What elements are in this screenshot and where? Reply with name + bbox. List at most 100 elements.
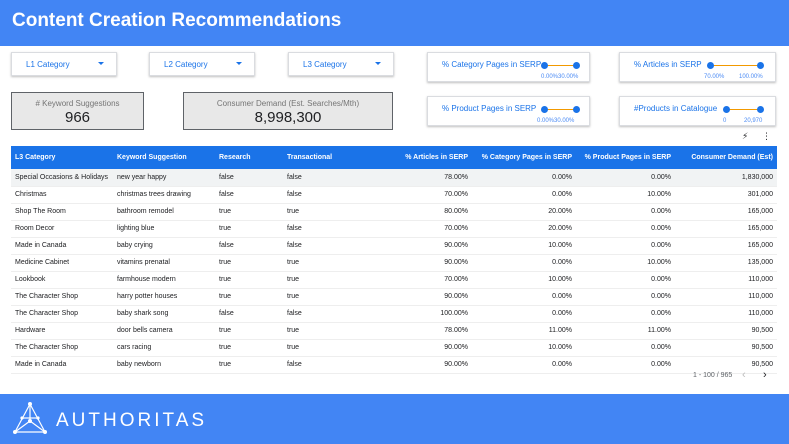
- col-category-pages-cell: 0.00%: [472, 288, 576, 306]
- col-category-pages-cell: 0.00%: [472, 186, 576, 204]
- col-consumer-demand-cell: 90,500: [675, 322, 777, 340]
- range-min: 70.00%: [704, 74, 725, 80]
- col-transactional-header[interactable]: Transactional: [283, 146, 362, 169]
- col-product-pages-cell: 0.00%: [576, 356, 675, 374]
- col-keyword-cell: cars racing: [113, 339, 215, 357]
- l2-category-dropdown[interactable]: L2 Category: [149, 52, 255, 76]
- table-row[interactable]: Made in Canada baby crying false false 90.00…: [11, 237, 777, 255]
- col-category-pages-cell: 11.00%: [472, 322, 576, 340]
- products-catalogue-range-filter[interactable]: #Products in Catalogue 0 20,970: [619, 96, 776, 126]
- col-consumer-demand-cell: 135,000: [675, 254, 777, 272]
- col-l3-category-cell: Shop The Room: [11, 203, 113, 221]
- col-product-pages-cell: 0.00%: [576, 271, 675, 289]
- col-consumer-demand-cell: 165,000: [675, 237, 777, 255]
- col-articles-cell: 70.00%: [362, 271, 472, 289]
- table-row[interactable]: The Character Shop baby shark song false fa…: [11, 305, 777, 323]
- col-product-pages-cell: 0.00%: [576, 203, 675, 221]
- l1-category-dropdown[interactable]: L1 Category: [11, 52, 117, 76]
- slider-max-handle[interactable]: [573, 106, 580, 113]
- col-research-header[interactable]: Research: [215, 146, 283, 169]
- table-row[interactable]: Shop The Room bathroom remodel true true 80.…: [11, 203, 777, 221]
- next-page-icon[interactable]: ›: [763, 369, 767, 381]
- col-articles-cell: 90.00%: [362, 288, 472, 306]
- keyword-table: L3 Category Keyword Suggestion Research Tra…: [11, 146, 777, 374]
- col-product-pages-cell: 0.00%: [576, 339, 675, 357]
- col-consumer-demand-cell: 1,830,000: [675, 169, 777, 187]
- col-research-cell: true: [215, 288, 283, 306]
- range-max: 20,970: [744, 118, 763, 124]
- col-category-pages-header[interactable]: % Category Pages in SERP: [472, 146, 576, 169]
- range-max: 100.00%: [739, 74, 763, 80]
- col-keyword-cell: farmhouse modern: [113, 271, 215, 289]
- table-row[interactable]: Special Occasions & Holidays new year hap…: [11, 169, 777, 187]
- table-row[interactable]: Christmas christmas trees drawing false fal…: [11, 186, 777, 204]
- col-consumer-demand-cell: 165,000: [675, 220, 777, 238]
- table-row[interactable]: Medicine Cabinet vitamins prenatal true tru…: [11, 254, 777, 272]
- header-bar: Content Creation Recommendations: [0, 0, 789, 46]
- col-research-cell: false: [215, 186, 283, 204]
- col-category-pages-cell: 20.00%: [472, 220, 576, 238]
- authoritas-logo-icon: [13, 402, 47, 434]
- col-transactional-cell: true: [283, 288, 362, 306]
- col-consumer-demand-cell: 110,000: [675, 288, 777, 306]
- slider-max-handle[interactable]: [757, 106, 764, 113]
- slider-min-handle[interactable]: [723, 106, 730, 113]
- table-row[interactable]: The Character Shop cars racing true true 90.…: [11, 339, 777, 357]
- col-transactional-cell: true: [283, 271, 362, 289]
- table-row[interactable]: Room Decor lighting blue true false 70.00% 20…: [11, 220, 777, 238]
- keyword-suggestions-scorecard: # Keyword Suggestions 966: [11, 92, 144, 130]
- range-label: % Articles in SERP: [634, 60, 702, 69]
- col-l3-category-cell: Made in Canada: [11, 356, 113, 374]
- scorecard-label: Consumer Demand (Est. Searches/Mth): [216, 99, 360, 108]
- col-keyword-cell: new year happy: [113, 169, 215, 187]
- col-product-pages-cell: 0.00%: [576, 237, 675, 255]
- col-l3-category-cell: Christmas: [11, 186, 113, 204]
- more-options-icon[interactable]: ⋮: [762, 131, 771, 142]
- range-max: 30.00%: [554, 118, 575, 124]
- col-category-pages-cell: 0.00%: [472, 305, 576, 323]
- col-keyword-cell: baby shark song: [113, 305, 215, 323]
- table-row[interactable]: Lookbook farmhouse modern true true 70.00% 10…: [11, 271, 777, 289]
- col-transactional-cell: false: [283, 237, 362, 255]
- col-l3-category-header[interactable]: L3 Category: [11, 146, 113, 169]
- l3-category-label: L3 Category: [303, 60, 347, 69]
- col-consumer-demand-cell: 110,000: [675, 271, 777, 289]
- col-product-pages-cell: 0.00%: [576, 288, 675, 306]
- lightning-icon[interactable]: ⚡: [742, 131, 748, 142]
- table-row[interactable]: Made in Canada baby newborn true false 90.00…: [11, 356, 777, 374]
- col-transactional-cell: true: [283, 254, 362, 272]
- articles-range-filter[interactable]: % Articles in SERP 70.00% 100.00%: [619, 52, 776, 82]
- slider-min-handle[interactable]: [707, 62, 714, 69]
- table-row[interactable]: Hardware door bells camera true true 78.00% 1…: [11, 322, 777, 340]
- col-articles-cell: 78.00%: [362, 169, 472, 187]
- prev-page-icon[interactable]: ‹: [742, 369, 746, 381]
- slider-max-handle[interactable]: [573, 62, 580, 69]
- col-transactional-cell: false: [283, 169, 362, 187]
- col-consumer-demand-cell: 90,500: [675, 356, 777, 374]
- col-consumer-demand-header[interactable]: Consumer Demand (Est): [675, 146, 777, 169]
- col-research-cell: true: [215, 356, 283, 374]
- page-title: Content Creation Recommendations: [12, 10, 342, 31]
- col-articles-header[interactable]: % Articles in SERP: [362, 146, 472, 169]
- col-articles-cell: 90.00%: [362, 339, 472, 357]
- col-transactional-cell: true: [283, 203, 362, 221]
- slider-min-handle[interactable]: [541, 106, 548, 113]
- table-row[interactable]: The Character Shop harry potter houses tru…: [11, 288, 777, 306]
- slider-track: [727, 109, 761, 110]
- col-consumer-demand-cell: 110,000: [675, 305, 777, 323]
- col-l3-category-cell: The Character Shop: [11, 339, 113, 357]
- slider-max-handle[interactable]: [757, 62, 764, 69]
- category-pages-range-filter[interactable]: % Category Pages in SERP 0.00% 30.00%: [427, 52, 590, 82]
- product-pages-range-filter[interactable]: % Product Pages in SERP 0.00% 30.00%: [427, 96, 590, 126]
- col-product-pages-header[interactable]: % Product Pages in SERP: [576, 146, 675, 169]
- col-product-pages-cell: 10.00%: [576, 254, 675, 272]
- col-category-pages-cell: 0.00%: [472, 356, 576, 374]
- col-keyword-header[interactable]: Keyword Suggestion: [113, 146, 215, 169]
- col-product-pages-cell: 0.00%: [576, 220, 675, 238]
- col-l3-category-cell: Hardware: [11, 322, 113, 340]
- col-category-pages-cell: 10.00%: [472, 237, 576, 255]
- slider-min-handle[interactable]: [541, 62, 548, 69]
- col-keyword-cell: baby crying: [113, 237, 215, 255]
- l3-category-dropdown[interactable]: L3 Category: [288, 52, 394, 76]
- col-research-cell: true: [215, 220, 283, 238]
